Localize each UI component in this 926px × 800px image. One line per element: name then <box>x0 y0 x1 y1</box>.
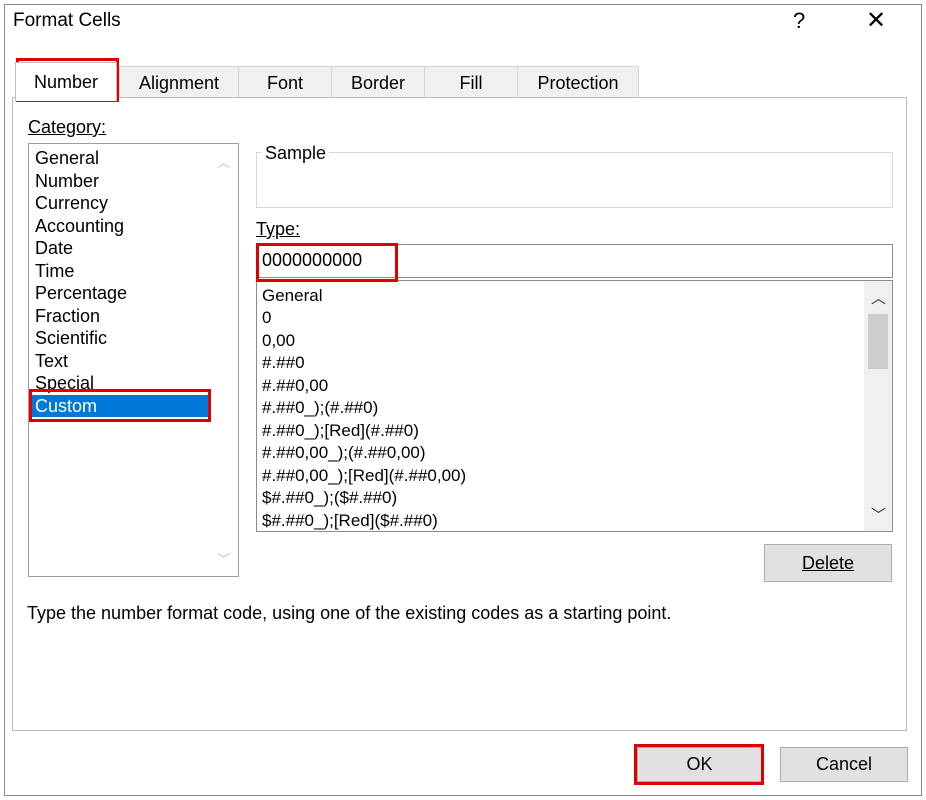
type-label: Type: <box>256 219 300 240</box>
category-list[interactable]: General Number Currency Accounting Date … <box>28 143 239 577</box>
tab-protection[interactable]: Protection <box>517 66 639 99</box>
format-description: Type the number format code, using one o… <box>27 603 672 623</box>
tab-alignment[interactable]: Alignment <box>119 66 239 99</box>
tab-fill[interactable]: Fill <box>424 66 518 99</box>
category-item-accounting[interactable]: Accounting <box>35 215 124 237</box>
type-item[interactable]: $#.##0_);[Red]($#.##0) <box>262 510 438 531</box>
tab-border[interactable]: Border <box>331 66 425 99</box>
category-scroll-up-icon[interactable]: ︿ <box>217 152 230 171</box>
tab-strip: Number Alignment Font Border Fill Protec… <box>12 62 639 101</box>
type-input-field[interactable] <box>256 244 893 278</box>
type-item[interactable]: #.##0_);(#.##0) <box>262 397 378 419</box>
type-item[interactable]: 0,00 <box>262 330 295 352</box>
category-label: Category: <box>28 117 106 138</box>
category-item-date[interactable]: Date <box>35 237 73 259</box>
scroll-up-icon[interactable]: ︿ <box>871 287 886 308</box>
type-item[interactable]: #.##0,00_);(#.##0,00) <box>262 442 426 464</box>
category-item-special[interactable]: Special <box>35 372 94 394</box>
type-input[interactable] <box>262 250 862 271</box>
category-item-text[interactable]: Text <box>35 350 68 372</box>
ok-button[interactable]: OK <box>637 747 762 782</box>
tab-font[interactable]: Font <box>238 66 332 99</box>
scrollbar-thumb[interactable] <box>868 314 888 369</box>
sample-label: Sample <box>262 143 330 164</box>
category-item-custom[interactable]: Custom <box>30 395 211 417</box>
category-label-text: Category: <box>28 117 107 137</box>
type-item[interactable]: #.##0,00_);[Red](#.##0,00) <box>262 465 466 487</box>
category-item-scientific[interactable]: Scientific <box>35 327 107 349</box>
scroll-down-icon[interactable]: ﹀ <box>871 504 886 525</box>
delete-button[interactable]: Delete <box>764 544 892 582</box>
type-item[interactable]: #.##0,00 <box>262 375 328 397</box>
category-item-fraction[interactable]: Fraction <box>35 305 100 327</box>
type-item[interactable]: 0 <box>262 307 271 329</box>
type-item[interactable]: General <box>262 285 322 307</box>
cancel-button[interactable]: Cancel <box>780 747 908 782</box>
close-icon[interactable]: ✕ <box>866 6 886 35</box>
type-list-scrollbar[interactable]: ︿ ﹀ <box>864 281 892 531</box>
type-item[interactable]: #.##0 <box>262 352 305 374</box>
delete-button-label: Delete <box>801 553 855 573</box>
type-list[interactable]: General 0 0,00 #.##0 #.##0,00 #.##0_);(#… <box>256 280 893 532</box>
category-item-currency[interactable]: Currency <box>35 192 108 214</box>
category-item-number[interactable]: Number <box>35 170 99 192</box>
category-item-general[interactable]: General <box>35 147 99 169</box>
type-label-text: Type: <box>256 219 301 239</box>
sample-box <box>256 152 893 208</box>
dialog-title: Format Cells <box>13 10 121 31</box>
category-item-percentage[interactable]: Percentage <box>35 282 127 304</box>
help-button[interactable]: ? <box>793 8 805 34</box>
category-scroll-down-icon[interactable]: ﹀ <box>217 549 230 568</box>
type-item[interactable]: #.##0_);[Red](#.##0) <box>262 420 419 442</box>
tab-number[interactable]: Number <box>15 62 117 101</box>
type-item[interactable]: $#.##0_);($#.##0) <box>262 487 397 509</box>
category-item-time[interactable]: Time <box>35 260 74 282</box>
